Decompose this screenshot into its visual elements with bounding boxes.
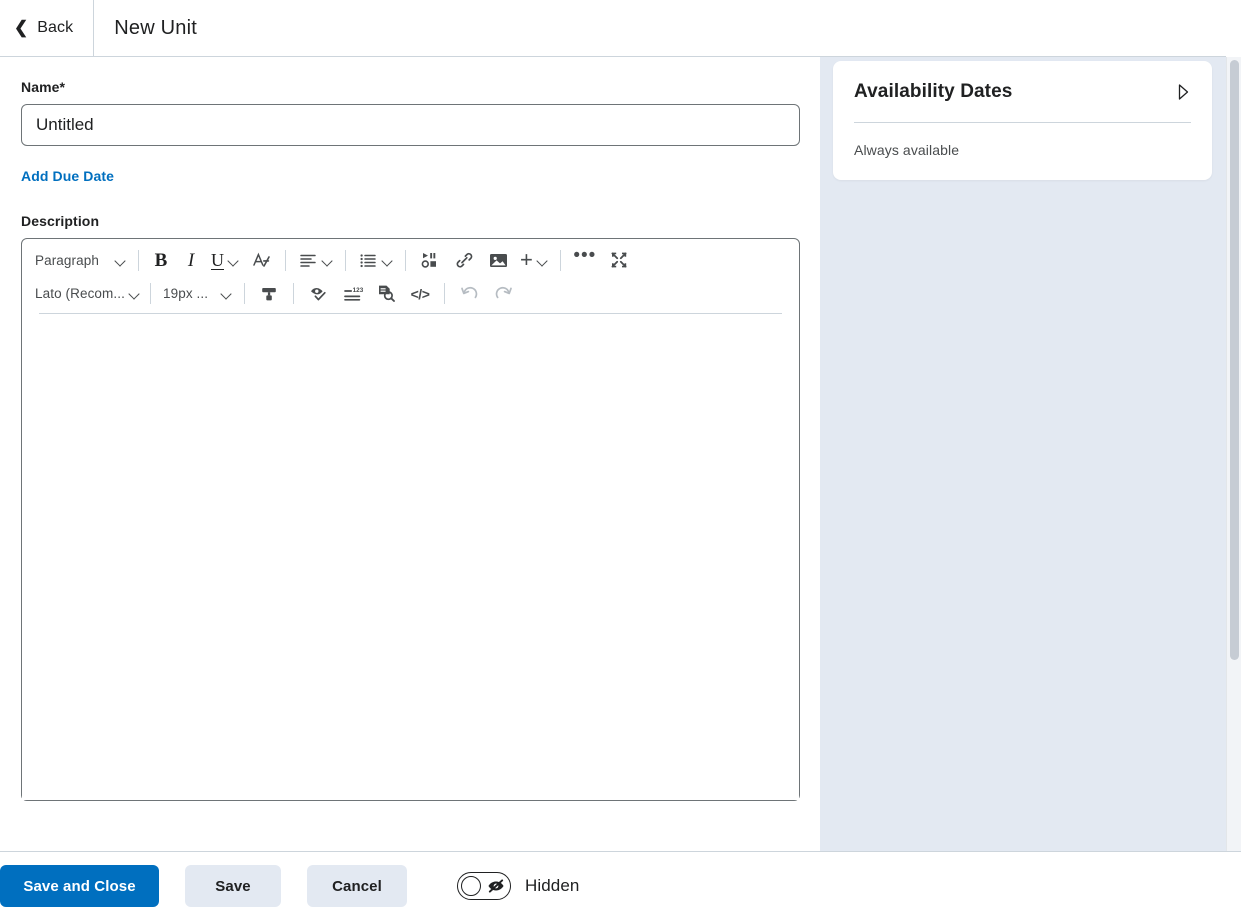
expand-icon xyxy=(611,252,627,268)
chevron-right-icon[interactable] xyxy=(1175,82,1191,102)
page-title: New Unit xyxy=(114,16,197,39)
font-family-select[interactable]: Lato (Recom... xyxy=(30,280,143,308)
description-editor-canvas[interactable] xyxy=(22,314,799,800)
font-size-select[interactable]: 19px ... xyxy=(158,280,237,308)
eye-slash-icon xyxy=(488,879,504,893)
page-scrollbar-thumb[interactable] xyxy=(1230,60,1239,660)
add-due-date-link[interactable]: Add Due Date xyxy=(21,168,114,184)
save-and-close-button[interactable]: Save and Close xyxy=(0,865,159,907)
insert-image-button[interactable] xyxy=(481,246,515,274)
required-marker: * xyxy=(59,79,66,95)
preview-button[interactable] xyxy=(369,280,403,308)
cancel-button[interactable]: Cancel xyxy=(307,865,407,907)
card-divider xyxy=(854,122,1191,123)
toolbar-separator xyxy=(285,249,286,271)
image-icon xyxy=(489,253,507,267)
bold-icon: B xyxy=(154,249,168,271)
availability-dates-header[interactable]: Availability Dates xyxy=(854,81,1191,103)
insert-media-button[interactable] xyxy=(413,246,447,274)
description-label: Description xyxy=(21,213,100,229)
editor-toolbar: Paragraph B I U + ••• Lato (Recom... 19p… xyxy=(22,239,799,314)
toolbar-row-2: Lato (Recom... 19px ... 123 </> xyxy=(30,277,791,310)
toolbar-separator xyxy=(138,249,139,271)
italic-button[interactable]: I xyxy=(176,246,206,274)
chevron-down-icon xyxy=(221,288,232,299)
paragraph-style-select[interactable]: Paragraph xyxy=(30,246,131,274)
name-label-text: Name xyxy=(21,79,60,95)
availability-status-text: Always available xyxy=(854,142,960,158)
clear-formatting-button[interactable] xyxy=(244,246,278,274)
undo-button[interactable] xyxy=(452,280,486,308)
toolbar-separator xyxy=(345,249,346,271)
fullscreen-button[interactable] xyxy=(602,246,636,274)
align-left-icon xyxy=(300,254,316,267)
bold-button[interactable]: B xyxy=(146,246,176,274)
source-code-button[interactable]: </> xyxy=(403,280,437,308)
word-count-button[interactable]: 123 xyxy=(335,280,369,308)
toolbar-separator xyxy=(405,249,406,271)
eye-check-icon xyxy=(310,288,326,301)
new-unit-page: ❮ Back New Unit Name* Add Due Date Descr… xyxy=(0,0,1241,920)
main-form-column: Name* Add Due Date Description Paragraph xyxy=(0,57,820,851)
name-field-label: Name* xyxy=(21,79,799,95)
back-button[interactable]: ❮ Back xyxy=(0,0,95,56)
bulleted-list-icon xyxy=(360,254,376,268)
save-button[interactable]: Save xyxy=(185,865,281,907)
page-header: ❮ Back New Unit xyxy=(0,0,1226,57)
toolbar-separator xyxy=(150,283,151,304)
media-icon xyxy=(421,253,436,268)
clear-formatting-icon xyxy=(253,252,270,267)
action-bar: Save and Close Save Cancel Hidden xyxy=(0,851,1241,920)
side-panel: Availability Dates Always available xyxy=(820,57,1226,851)
redo-icon xyxy=(495,286,512,299)
list-button[interactable] xyxy=(353,246,398,274)
insert-link-button[interactable] xyxy=(447,246,481,274)
plus-icon: + xyxy=(520,247,533,272)
description-editor: Paragraph B I U + ••• Lato (Recom... 19p… xyxy=(21,238,800,801)
toolbar-separator xyxy=(244,283,245,304)
insert-more-button[interactable]: + xyxy=(515,246,553,274)
page-scrollbar[interactable] xyxy=(1226,57,1241,851)
paragraph-style-value: Paragraph xyxy=(35,252,99,268)
page-body: Name* Add Due Date Description Paragraph xyxy=(0,57,1226,851)
code-icon: </> xyxy=(410,285,430,302)
font-family-value: Lato (Recom... xyxy=(35,286,125,301)
link-icon xyxy=(456,252,472,268)
toolbar-row-1: Paragraph B I U + ••• xyxy=(30,243,791,277)
availability-dates-title: Availability Dates xyxy=(854,81,1013,102)
redo-button[interactable] xyxy=(486,280,520,308)
chevron-down-icon xyxy=(382,255,393,266)
word-count-icon: 123 xyxy=(343,287,363,301)
visibility-toggle[interactable] xyxy=(457,872,511,900)
name-input[interactable] xyxy=(21,104,800,146)
align-button[interactable] xyxy=(293,246,338,274)
visibility-toggle-knob xyxy=(461,876,481,896)
visibility-toggle-group[interactable]: Hidden xyxy=(457,872,579,900)
chevron-down-icon xyxy=(115,255,126,266)
font-size-value: 19px ... xyxy=(163,286,209,301)
underline-icon: U xyxy=(211,250,224,270)
italic-icon: I xyxy=(187,249,195,271)
undo-icon xyxy=(460,286,477,299)
chevron-down-icon xyxy=(322,255,333,266)
toolbar-separator xyxy=(293,283,294,304)
format-painter-icon xyxy=(262,287,276,300)
toolbar-separator xyxy=(559,249,561,271)
format-painter-button[interactable] xyxy=(252,280,286,308)
back-button-label: Back xyxy=(37,19,74,36)
chevron-down-icon xyxy=(129,288,140,299)
ellipsis-icon: ••• xyxy=(573,244,597,266)
overflow-menu-button[interactable]: ••• xyxy=(568,246,602,274)
accessibility-checker-button[interactable] xyxy=(301,280,335,308)
chevron-down-icon xyxy=(537,255,548,266)
svg-text:123: 123 xyxy=(352,287,362,294)
toolbar-separator xyxy=(444,283,445,304)
visibility-label: Hidden xyxy=(525,876,580,895)
chevron-down-icon xyxy=(228,255,239,266)
chevron-left-icon: ❮ xyxy=(14,17,29,37)
underline-button[interactable]: U xyxy=(206,246,244,274)
document-search-icon xyxy=(378,285,395,302)
availability-dates-card: Availability Dates Always available xyxy=(833,61,1212,180)
